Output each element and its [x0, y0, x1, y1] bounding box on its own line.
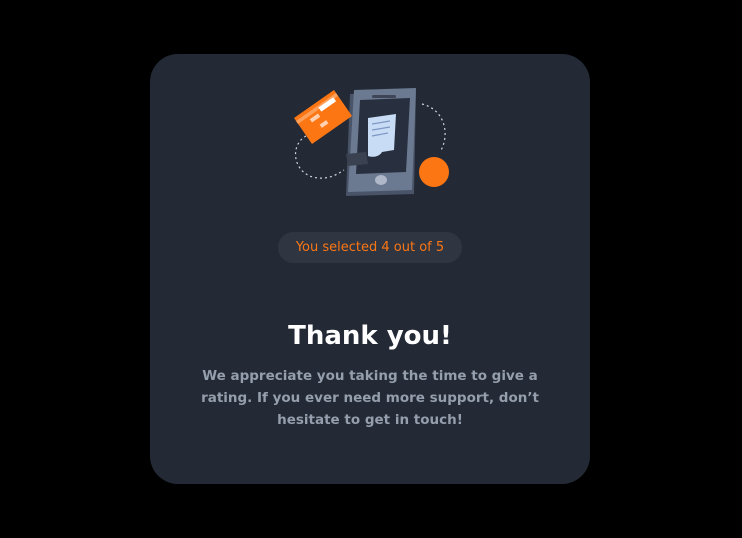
- thank-you-title: Thank you!: [288, 321, 452, 351]
- thank-you-message: We appreciate you taking the time to giv…: [201, 368, 539, 428]
- payment-illustration-icon: [294, 88, 449, 196]
- rating-result-badge: You selected 4 out of 5: [278, 232, 462, 263]
- thank-you-card: You selected 4 out of 5 Thank you! We ap…: [150, 54, 590, 484]
